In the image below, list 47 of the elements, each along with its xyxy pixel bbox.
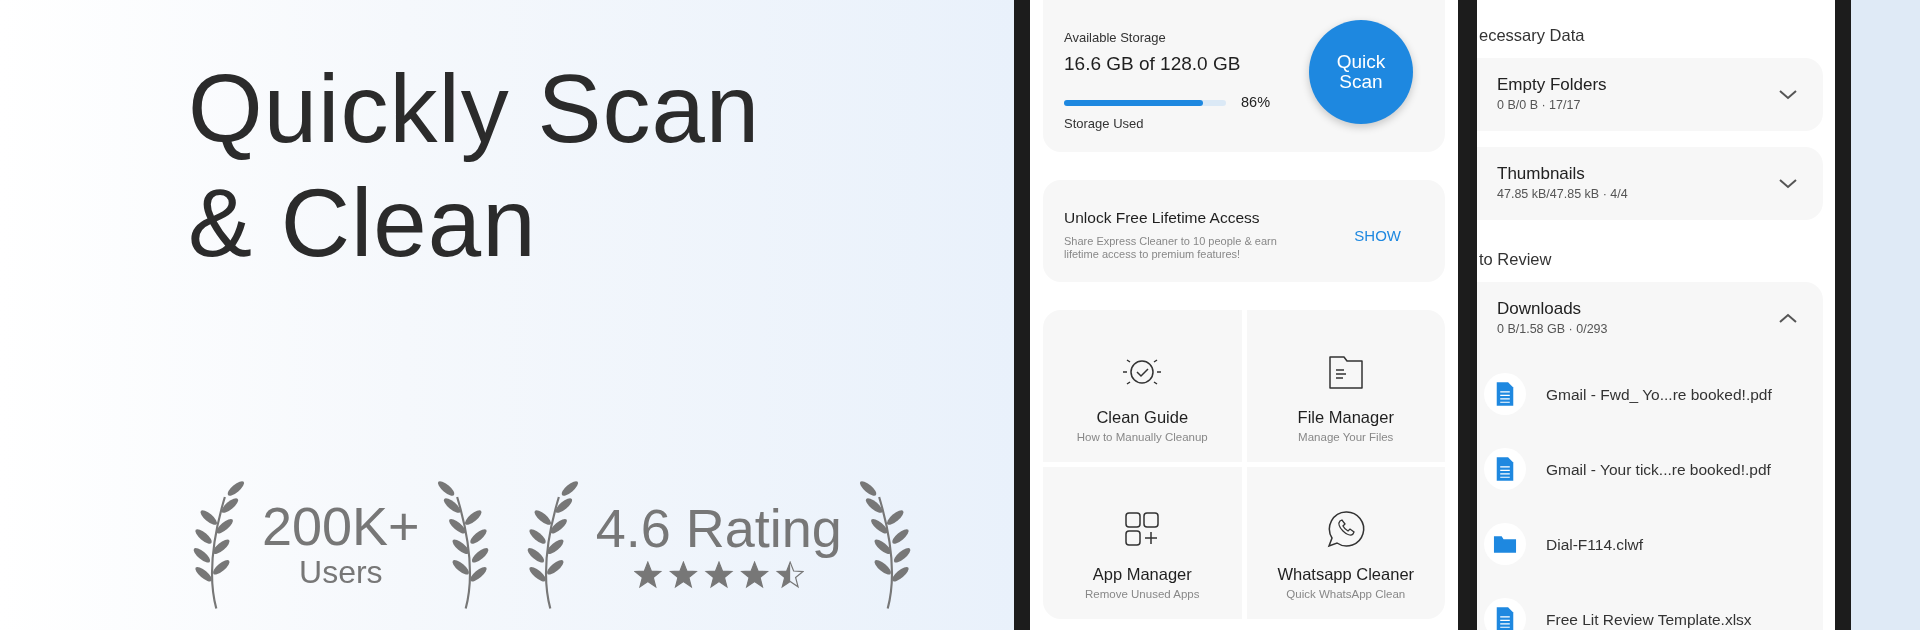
storage-caption: Storage Used bbox=[1064, 114, 1145, 133]
document-icon bbox=[1495, 455, 1515, 484]
headline: & Clean bbox=[188, 168, 538, 278]
tool-title: File Manager bbox=[1297, 408, 1394, 427]
storage-label: Available Storage bbox=[1064, 29, 1167, 47]
tool-title: App Manager bbox=[1092, 565, 1192, 584]
star-icon bbox=[668, 561, 698, 589]
tool-subtitle: Quick WhatsApp Clean bbox=[1286, 587, 1406, 603]
tool-tile[interactable]: Clean Guide How to Manually Cleanup bbox=[1043, 310, 1242, 462]
tool-subtitle: Remove Unused Apps bbox=[1085, 587, 1200, 603]
stat-value: 200K+ bbox=[262, 498, 420, 553]
group-detail: 47.85 kB/47.85 kB · 4/4 bbox=[1497, 186, 1628, 204]
tool-title: Clean Guide bbox=[1096, 408, 1189, 427]
tool-tile[interactable]: Whatsapp Cleaner Quick WhatsApp Clean bbox=[1246, 467, 1445, 619]
headline: Quickly Scan bbox=[188, 54, 762, 164]
group-title: Empty Folders bbox=[1497, 74, 1607, 97]
star-icon bbox=[704, 561, 734, 589]
group-header[interactable]: Thumbnails 47.85 kB/47.85 kB · 4/4 bbox=[1477, 147, 1823, 220]
tool-tile[interactable]: File Manager Manage Your Files bbox=[1246, 310, 1445, 462]
file-name[interactable]: Dial-F114.clwf bbox=[1546, 532, 1644, 556]
folder-icon bbox=[1493, 533, 1517, 556]
tool-subtitle: How to Manually Cleanup bbox=[1076, 430, 1208, 446]
star-icon bbox=[739, 561, 769, 589]
show-link[interactable]: SHOW bbox=[1354, 225, 1401, 245]
section-heading: ecessary Data bbox=[1478, 25, 1586, 46]
star-icon bbox=[633, 561, 662, 589]
group-title: Thumbnails bbox=[1497, 163, 1586, 185]
group-detail: 0 B/1.58 GB · 0/293 bbox=[1497, 321, 1608, 339]
stat-label: Users bbox=[299, 552, 383, 592]
document-icon bbox=[1495, 380, 1515, 409]
storage-amount: 16.6 GB of 128.0 GB bbox=[1064, 51, 1242, 76]
group-detail: 0 B/0 B · 17/17 bbox=[1497, 97, 1582, 115]
tool-tile[interactable]: App Manager Remove Unused Apps bbox=[1043, 467, 1242, 619]
tool-title: Whatsapp Cleaner bbox=[1277, 565, 1415, 584]
group-header[interactable]: Empty Folders 0 B/0 B · 17/17 bbox=[1477, 58, 1823, 131]
tool-subtitle: Manage Your Files bbox=[1298, 430, 1394, 446]
group-title: Downloads bbox=[1497, 297, 1583, 320]
group-header[interactable]: Downloads 0 B/1.58 GB · 0/293 bbox=[1477, 281, 1823, 355]
file-name[interactable]: Free Lit Review Template.xlsx bbox=[1546, 607, 1752, 630]
storage-percent: 86% bbox=[1241, 93, 1271, 112]
promo-text: Share Express Cleaner to 10 people & earn lifetime access to premium features! bbox=[1064, 235, 1278, 261]
promo-title: Unlock Free Lifetime Access bbox=[1064, 208, 1261, 228]
file-name[interactable]: Gmail - Fwd_ Yo...re booked!.pdf bbox=[1546, 382, 1772, 406]
quick-scan-button[interactable]: Quick Scan bbox=[1309, 20, 1413, 124]
section-heading: to Review bbox=[1478, 248, 1553, 270]
star-icon bbox=[775, 561, 804, 589]
file-name[interactable]: Gmail - Your tick...re booked!.pdf bbox=[1546, 457, 1771, 481]
